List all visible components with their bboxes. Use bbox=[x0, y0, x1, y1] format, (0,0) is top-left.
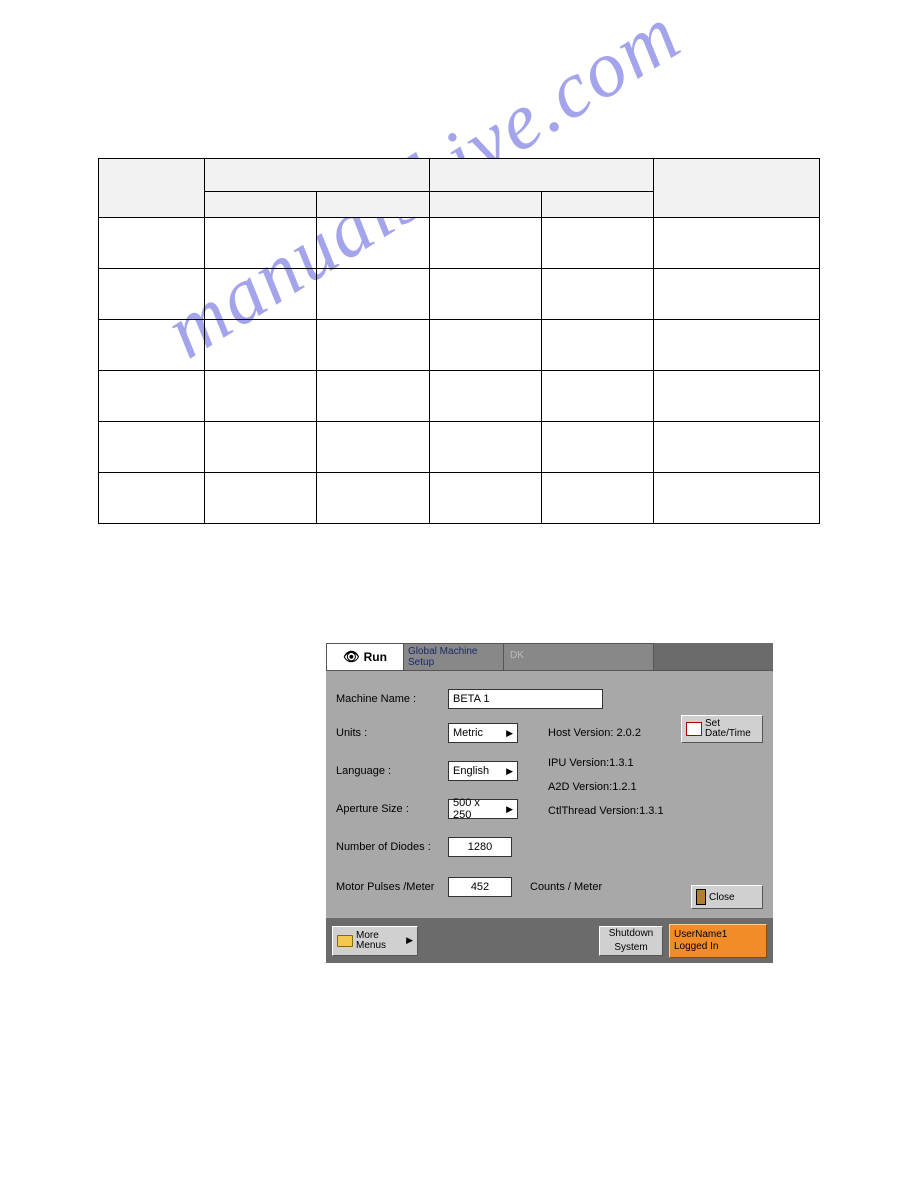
close-label: Close bbox=[709, 892, 735, 903]
more-l2: Menus bbox=[356, 940, 386, 951]
shutdown-l2: System bbox=[614, 942, 647, 953]
aperture-value: 500 x 250 bbox=[453, 797, 500, 821]
host-version: Host Version: 2.0.2 bbox=[548, 727, 641, 739]
table-header-row-1 bbox=[99, 159, 820, 192]
tab-run-label: Run bbox=[364, 650, 387, 664]
motor-label: Motor Pulses /Meter bbox=[336, 881, 448, 893]
machine-name-input[interactable]: BETA 1 bbox=[448, 689, 603, 709]
calendar-icon bbox=[686, 722, 702, 736]
diodes-label: Number of Diodes : bbox=[336, 841, 448, 853]
door-icon bbox=[696, 889, 706, 905]
units-label: Units : bbox=[336, 727, 448, 739]
motor-input[interactable]: 452 bbox=[448, 877, 512, 897]
tab-global-machine-setup[interactable]: Global Machine Setup bbox=[404, 643, 504, 671]
machine-name-label: Machine Name : bbox=[336, 693, 448, 705]
tab-bar: 👁 Run Global Machine Setup DK bbox=[326, 643, 773, 673]
chevron-right-icon: ▶ bbox=[506, 766, 513, 777]
chevron-right-icon: ▶ bbox=[506, 804, 513, 815]
dialog-body: Machine Name : BETA 1 Units : Metric ▶ L… bbox=[330, 675, 769, 915]
counts-meter-label: Counts / Meter bbox=[530, 881, 602, 893]
data-table bbox=[98, 158, 820, 524]
tab-dk[interactable]: DK bbox=[504, 643, 654, 671]
tab-dk-label: DK bbox=[510, 650, 524, 661]
status-l2: Logged In bbox=[674, 941, 762, 953]
chevron-right-icon: ▶ bbox=[506, 728, 513, 739]
table-row bbox=[99, 371, 820, 422]
ipu-version: IPU Version:1.3.1 bbox=[548, 757, 634, 769]
tab-run[interactable]: 👁 Run bbox=[326, 643, 404, 671]
shutdown-button[interactable]: Shutdown System bbox=[599, 926, 663, 956]
tab-mid-line2: Setup bbox=[408, 657, 501, 668]
tab-empty-area bbox=[654, 643, 773, 671]
global-machine-setup-dialog: 👁 Run Global Machine Setup DK Machine Na… bbox=[326, 643, 773, 963]
units-value: Metric bbox=[453, 727, 483, 739]
table-row bbox=[99, 320, 820, 371]
set-datetime-button[interactable]: Set Date/Time bbox=[681, 715, 763, 743]
aperture-select[interactable]: 500 x 250 ▶ bbox=[448, 799, 518, 819]
units-select[interactable]: Metric ▶ bbox=[448, 723, 518, 743]
aperture-label: Aperture Size : bbox=[336, 803, 448, 815]
dialog-footer: More Menus ▶ Shutdown System UserName1 L… bbox=[326, 918, 773, 963]
language-select[interactable]: English ▶ bbox=[448, 761, 518, 781]
ctlthread-version: CtlThread Version:1.3.1 bbox=[548, 805, 664, 817]
table-row bbox=[99, 269, 820, 320]
eye-icon: 👁 bbox=[343, 649, 360, 665]
diodes-input[interactable]: 1280 bbox=[448, 837, 512, 857]
diodes-value: 1280 bbox=[468, 841, 492, 853]
more-menus-button[interactable]: More Menus ▶ bbox=[332, 926, 418, 956]
close-button[interactable]: Close bbox=[691, 885, 763, 909]
folder-icon bbox=[337, 935, 353, 947]
set-datetime-l2: Date/Time bbox=[705, 728, 751, 739]
a2d-version: A2D Version:1.2.1 bbox=[548, 781, 637, 793]
table-row bbox=[99, 218, 820, 269]
status-l1: UserName1 bbox=[674, 929, 762, 941]
machine-name-value: BETA 1 bbox=[453, 693, 489, 705]
language-label: Language : bbox=[336, 765, 448, 777]
tab-mid-line1: Global Machine bbox=[408, 646, 501, 657]
chevron-right-icon: ▶ bbox=[406, 935, 413, 946]
table-row bbox=[99, 473, 820, 524]
shutdown-l1: Shutdown bbox=[609, 928, 653, 939]
language-value: English bbox=[453, 765, 489, 777]
table-row bbox=[99, 422, 820, 473]
motor-value: 452 bbox=[471, 881, 489, 893]
login-status-badge: UserName1 Logged In bbox=[669, 924, 767, 958]
